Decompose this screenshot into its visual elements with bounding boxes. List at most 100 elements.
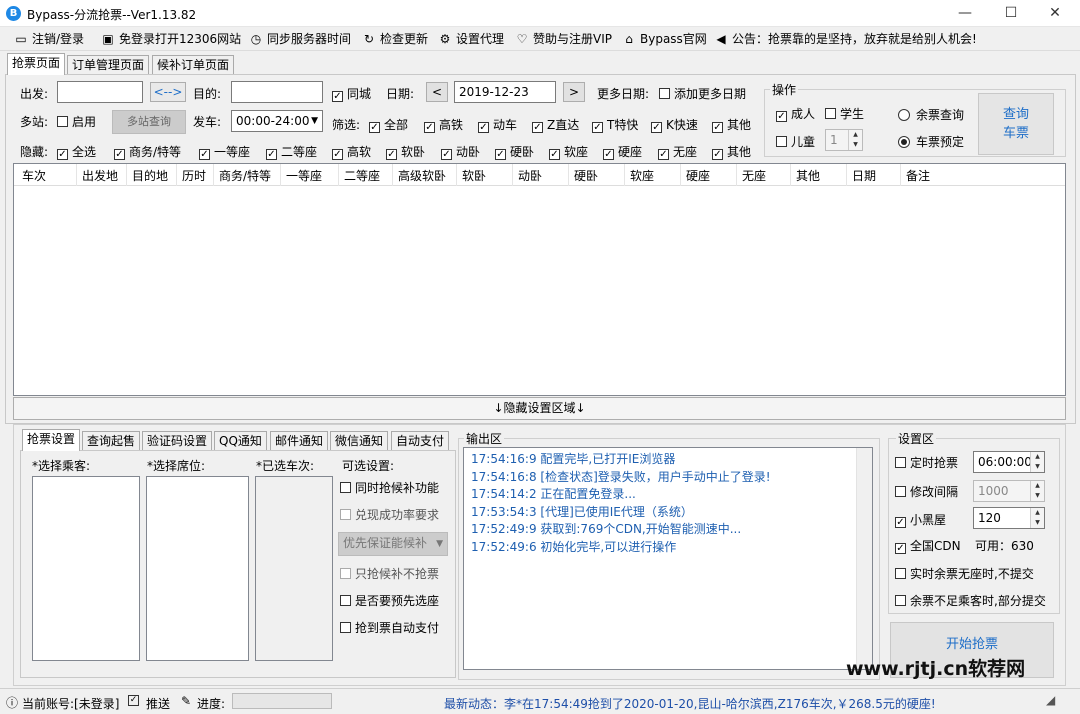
blackroom-value-stepper[interactable]: 120 ▲ ▼ [973,507,1045,529]
hide-soft-sleeper[interactable]: ✓ 软卧 [386,144,425,160]
column-divider[interactable] [76,164,77,186]
filter-high-speed[interactable]: ✓ 高铁 [424,117,463,133]
menu-check-update[interactable]: ↻ 检查更新 [362,31,428,48]
date-next-button[interactable]: > [563,82,585,102]
hide-hard-sleeper[interactable]: ✓ 硬卧 [495,144,534,160]
column-divider[interactable] [680,164,681,186]
interval-value-stepper[interactable]: 1000 ▲ ▼ [973,480,1045,502]
column-divider[interactable] [280,164,281,186]
child-count-stepper[interactable]: 1 ▲ ▼ [825,129,863,151]
column-divider[interactable] [624,164,625,186]
tab-ticket-page[interactable]: 抢票页面 [7,53,66,75]
adult-checkbox[interactable]: ✓ 成人 [776,106,815,122]
column-divider[interactable] [512,164,513,186]
push-checkbox-icon[interactable]: ✓ [128,695,139,706]
filter-t-express[interactable]: ✓ T特快 [592,117,638,133]
menu-announcement[interactable]: ◀ 公告：抢票靠的是坚持，放弃就是给别人机会! [714,31,976,48]
menu-sync-time[interactable]: ◷ 同步服务器时间 [249,31,351,48]
minimize-button[interactable]: — [942,0,988,27]
column-header[interactable]: 一等座 [286,167,322,184]
column-header[interactable]: 日期 [852,167,876,184]
partial-submit-checkbox[interactable]: 余票不足乘客时,部分提交 [895,593,1046,609]
log-scrollbar[interactable] [856,448,872,669]
student-checkbox[interactable]: 学生 [825,106,864,122]
timed-value-stepper[interactable]: 06:00:00 ▲ ▼ [973,451,1045,473]
hide-first-class[interactable]: ✓ 一等座 [199,144,250,160]
column-header[interactable]: 备注 [906,167,930,184]
settings-tab[interactable]: QQ通知 [214,431,267,451]
waitlist-simultaneous-checkbox[interactable]: 同时抢候补功能 [340,480,439,496]
passenger-list[interactable] [32,476,140,661]
seat-list[interactable] [146,476,249,661]
date-prev-button[interactable]: < [426,82,448,102]
column-header[interactable]: 其他 [796,167,820,184]
column-header[interactable]: 商务/特等 [219,167,271,184]
hide-soft-seat[interactable]: ✓ 软座 [549,144,588,160]
filter-all[interactable]: ✓ 全部 [369,117,408,133]
close-button[interactable]: ✕ [1032,0,1078,27]
menu-vip[interactable]: ♡ 赞助与注册VIP [515,31,612,48]
timed-checkbox[interactable]: 定时抢票 [895,455,958,471]
no-seat-no-submit-checkbox[interactable]: 实时余票无座时,不提交 [895,566,1034,582]
maximize-button[interactable]: ☐ [988,0,1034,27]
hide-settings-toggle[interactable]: ↓隐藏设置区域↓ [13,397,1066,420]
column-divider[interactable] [900,164,901,186]
column-divider[interactable] [568,164,569,186]
auto-pay-checkbox[interactable]: 抢到票自动支付 [340,620,439,636]
column-header[interactable]: 高级软卧 [398,167,446,184]
hide-select-all[interactable]: ✓ 全选 [57,144,96,160]
interval-checkbox[interactable]: 修改间隔 [895,484,958,500]
reserve-radio[interactable]: 车票预定 [898,134,964,150]
settings-tab[interactable]: 邮件通知 [270,431,329,451]
filter-z-direct[interactable]: ✓ Z直达 [532,117,579,133]
swap-stations-button[interactable]: <--> [150,82,186,102]
column-divider[interactable] [456,164,457,186]
menu-proxy[interactable]: ⚙ 设置代理 [438,31,504,48]
filter-k-fast[interactable]: ✓ K快速 [651,117,698,133]
query-tickets-button[interactable]: 查询 车票 [978,93,1054,155]
settings-tab[interactable]: 自动支付 [391,431,450,451]
tab-waitlist-order[interactable]: 候补订单页面 [152,55,235,75]
tab-order-manage[interactable]: 订单管理页面 [67,55,150,75]
column-header[interactable]: 无座 [742,167,766,184]
hide-second-class[interactable]: ✓ 二等座 [266,144,317,160]
column-header[interactable]: 动卧 [518,167,542,184]
hide-business[interactable]: ✓ 商务/特等 [114,144,181,160]
column-divider[interactable] [736,164,737,186]
column-divider[interactable] [176,164,177,186]
column-divider[interactable] [338,164,339,186]
column-divider[interactable] [392,164,393,186]
priority-select[interactable]: 优先保证能候补 ▼ [338,532,448,556]
column-header[interactable]: 二等座 [344,167,380,184]
hide-hard-seat[interactable]: ✓ 硬座 [603,144,642,160]
multi-station-query-button[interactable]: 多站查询 [112,110,186,134]
column-header[interactable]: 出发地 [82,167,118,184]
column-header[interactable]: 软座 [630,167,654,184]
enable-multi-station-checkbox[interactable]: 启用 [57,114,96,130]
settings-tab[interactable]: 验证码设置 [142,431,213,451]
from-station-input[interactable] [57,81,143,103]
menu-login[interactable]: ▭ 注销/登录 [14,31,84,48]
column-divider[interactable] [790,164,791,186]
column-divider[interactable] [213,164,214,186]
settings-tab[interactable]: 查询起售 [82,431,141,451]
column-divider[interactable] [846,164,847,186]
column-header[interactable]: 硬座 [686,167,710,184]
column-header[interactable]: 软卧 [462,167,486,184]
hide-other[interactable]: ✓ 其他 [712,144,751,160]
column-header[interactable]: 目的地 [132,167,168,184]
hide-emu-sleeper[interactable]: ✓ 动卧 [441,144,480,160]
success-rate-checkbox[interactable]: 兑现成功率要求 [340,507,439,523]
output-log[interactable]: 17:54:16:9 配置完毕,已打开IE浏览器 17:54:16:8 [检查状态… [463,447,873,670]
menu-open-12306[interactable]: ▣ 免登录打开12306网站 [101,31,241,48]
date-input[interactable]: 2019-12-23 [454,81,556,103]
to-station-input[interactable] [231,81,323,103]
column-header[interactable]: 车次 [22,167,46,184]
filter-emu[interactable]: ✓ 动车 [478,117,517,133]
national-cdn-checkbox[interactable]: ✓ 全国CDN [895,538,961,554]
hide-deluxe-sleeper[interactable]: ✓ 高软 [332,144,371,160]
remaining-query-radio[interactable]: 余票查询 [898,107,964,123]
blackroom-checkbox[interactable]: ✓ 小黑屋 [895,512,946,528]
same-city-checkbox[interactable]: ✓ 同城 [332,86,371,102]
waitlist-only-checkbox[interactable]: 只抢候补不抢票 [340,566,439,582]
